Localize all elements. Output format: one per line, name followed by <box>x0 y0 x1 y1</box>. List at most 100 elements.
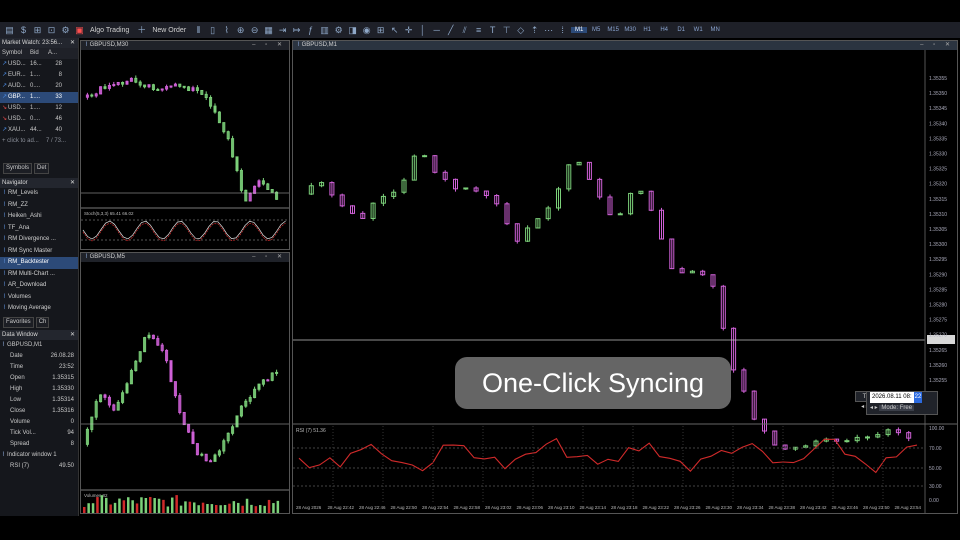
col-bid[interactable]: Bid <box>30 48 48 59</box>
trendline-icon[interactable]: ╱ <box>445 25 456 36</box>
chart-m1-canvas[interactable]: 1.35355 1.35350 1.35345 1.35340 1.35335 1.353… <box>293 50 957 513</box>
ide-icon[interactable]: ⊞ <box>32 25 43 36</box>
price-label: 1.35270 <box>929 333 947 339</box>
navigator-item[interactable]: ⌇ RM_ZZ <box>0 200 78 212</box>
close-icon[interactable]: ✕ <box>70 38 75 48</box>
tester-icon[interactable]: ◨ <box>347 25 358 36</box>
col-ask[interactable]: A... <box>48 48 68 59</box>
chart-window-m30[interactable]: ⌇ GBPUSD,M30– ▫ ✕ Stoch(5,3,3) 65.41 66.… <box>80 40 290 250</box>
settings-icon[interactable]: ⚙ <box>60 25 71 36</box>
shift-icon[interactable]: ↦ <box>291 25 302 36</box>
symbol-cell: GBP... <box>8 94 25 100</box>
timeframe-m15[interactable]: M15 <box>605 27 621 33</box>
tab-symbols[interactable]: Symbols <box>3 163 33 174</box>
navigator-item[interactable]: ⌇ Volumes <box>0 292 78 304</box>
label-icon[interactable]: ⊤ <box>501 25 512 36</box>
close-icon[interactable]: ✕ <box>70 330 75 340</box>
shapes-icon[interactable]: ◇ <box>515 25 526 36</box>
templates-icon[interactable]: ▥ <box>319 25 330 36</box>
arrows-icon[interactable]: ⇡ <box>529 25 540 36</box>
timeframe-h4[interactable]: H4 <box>656 27 672 33</box>
chart-m30-canvas[interactable]: Stoch(5,3,3) 65.41 66.02 <box>81 50 289 249</box>
navigator-item[interactable]: ⌇ RM Divergence ... <box>0 234 78 246</box>
price-label: 1.35355 <box>929 76 947 82</box>
price-label: 1.35305 <box>929 227 947 233</box>
objects-icon[interactable]: ◉ <box>361 25 372 36</box>
crosshair-icon[interactable]: ✛ <box>403 25 414 36</box>
indicators-icon[interactable]: ƒ <box>305 25 316 36</box>
tab-favorites[interactable]: Favorites <box>3 316 34 328</box>
market-watch-row[interactable]: ↗ USD... 16... 28 <box>0 59 78 70</box>
timeframe-d1[interactable]: D1 <box>673 27 689 33</box>
new-order-icon[interactable]: ＋ <box>136 25 147 36</box>
tab-details[interactable]: Det <box>34 163 50 174</box>
navigator-item[interactable]: ⌇ AR_Download <box>0 280 78 292</box>
window-controls[interactable]: – ▫ ✕ <box>920 41 954 50</box>
grid-icon[interactable]: ⊞ <box>375 25 386 36</box>
price-label: 1.35325 <box>929 167 947 173</box>
navigator-item[interactable]: ⌇ TF_Ana <box>0 223 78 235</box>
chart-window-m5[interactable]: ⌇ GBPUSD,M5– ▫ ✕ Volumes 82 <box>80 252 290 514</box>
price-label: 1.35335 <box>929 136 947 142</box>
navigator-item[interactable]: ⌇ Moving Average <box>0 303 78 315</box>
market-watch-row[interactable]: ↗ EUR... 1.... 8 <box>0 70 78 81</box>
bar-chart-icon[interactable]: ⫴ <box>193 25 204 36</box>
market-watch-row[interactable]: ↗ GBP... 1.... 33 <box>0 92 78 103</box>
dollar-icon[interactable]: $ <box>18 25 29 36</box>
timeframe-m1[interactable]: M1 <box>571 27 588 33</box>
sync-mode[interactable]: ◂ ▸ Mode: Free <box>867 403 937 414</box>
line-chart-icon[interactable]: ⌇ <box>221 25 232 36</box>
chart-list-icon[interactable]: ▤ <box>4 25 15 36</box>
scroll-icon[interactable]: ⇥ <box>277 25 288 36</box>
vertical-line-icon[interactable]: │ <box>417 25 428 36</box>
timeframe-w1[interactable]: W1 <box>690 27 706 33</box>
time-label: 28 Aug 23:50 <box>863 505 890 510</box>
navigator-item[interactable]: ⌇ RM_Levels <box>0 188 78 200</box>
period-separator-icon[interactable]: ⁞ <box>557 25 568 36</box>
market-watch-row[interactable]: ↘ USD... 1.... 12 <box>0 103 78 114</box>
col-symbol[interactable]: Symbol <box>0 48 30 59</box>
data-value: 0 <box>70 418 74 425</box>
more-tools-icon[interactable]: ⋯ <box>543 25 554 36</box>
bid-cell: 1.... <box>30 105 41 111</box>
timeframe-m30[interactable]: M30 <box>622 27 638 33</box>
navigator-item[interactable]: ⌇ RM_Backtester <box>0 257 78 269</box>
zoom-out-icon[interactable]: ⊖ <box>249 25 260 36</box>
navigator-item[interactable]: ⌇ RM Multi-Chart ... <box>0 269 78 281</box>
price-label: 1.35330 <box>929 152 947 158</box>
tab-common[interactable]: Ch <box>35 316 50 328</box>
text-icon[interactable]: T <box>487 25 498 36</box>
channel-icon[interactable]: ⫽ <box>459 25 470 36</box>
chart-window-m1[interactable]: ⌇ GBPUSD,M1– ▫ ✕ 1.35355 1.35350 1.35345 1.… <box>292 40 958 514</box>
close-icon[interactable]: ✕ <box>70 178 75 188</box>
market-watch-add-row[interactable]: + click to ad... 7 / 73... <box>0 136 78 147</box>
algo-trading-icon[interactable]: ▣ <box>74 25 85 36</box>
fibonacci-icon[interactable]: ≡ <box>473 25 484 36</box>
candle-chart-icon[interactable]: ▯ <box>207 25 218 36</box>
new-order-button[interactable]: New Order <box>152 27 186 34</box>
chart-m5-canvas[interactable]: Volumes 82 <box>81 262 289 513</box>
navigator-item[interactable]: ⌇ Heiken_Ashi <box>0 211 78 223</box>
properties-icon[interactable]: ⚙ <box>333 25 344 36</box>
price-label: 1.35275 <box>929 318 947 324</box>
sync-date-time[interactable]: 2026.08.11 08: 22 <box>867 392 937 403</box>
timeframe-h1[interactable]: H1 <box>639 27 655 33</box>
window-controls[interactable]: – ▫ ✕ <box>252 253 286 262</box>
navigator-item-label: RM_Backtester <box>7 259 49 265</box>
market-watch-row[interactable]: ↗ XAU... 44... 40 <box>0 125 78 136</box>
algo-trading-button[interactable]: Algo Trading <box>90 27 129 34</box>
market-watch-row[interactable]: ↘ USD... 0.... 46 <box>0 114 78 125</box>
window-controls[interactable]: – ▫ ✕ <box>252 41 286 50</box>
indicator-icon: ⌇ <box>3 282 6 288</box>
timeframe-m5[interactable]: M5 <box>588 27 604 33</box>
zoom-in-icon[interactable]: ⊕ <box>235 25 246 36</box>
timeframe-mn[interactable]: MN <box>707 27 723 33</box>
chart-type-icon[interactable]: ⊡ <box>46 25 57 36</box>
horizontal-line-icon[interactable]: ─ <box>431 25 442 36</box>
sync-panel[interactable]: 2026.08.11 08: 22 ◂ ▸ Mode: Free <box>866 391 938 415</box>
navigator-item[interactable]: ⌇ RM Sync Master <box>0 246 78 258</box>
market-watch-row[interactable]: ↗ AUD... 0.... 20 <box>0 81 78 92</box>
time-label: 28 Aug 23:22 <box>643 505 670 510</box>
tile-icon[interactable]: ▦ <box>263 25 274 36</box>
cursor-icon[interactable]: ↖ <box>389 25 400 36</box>
